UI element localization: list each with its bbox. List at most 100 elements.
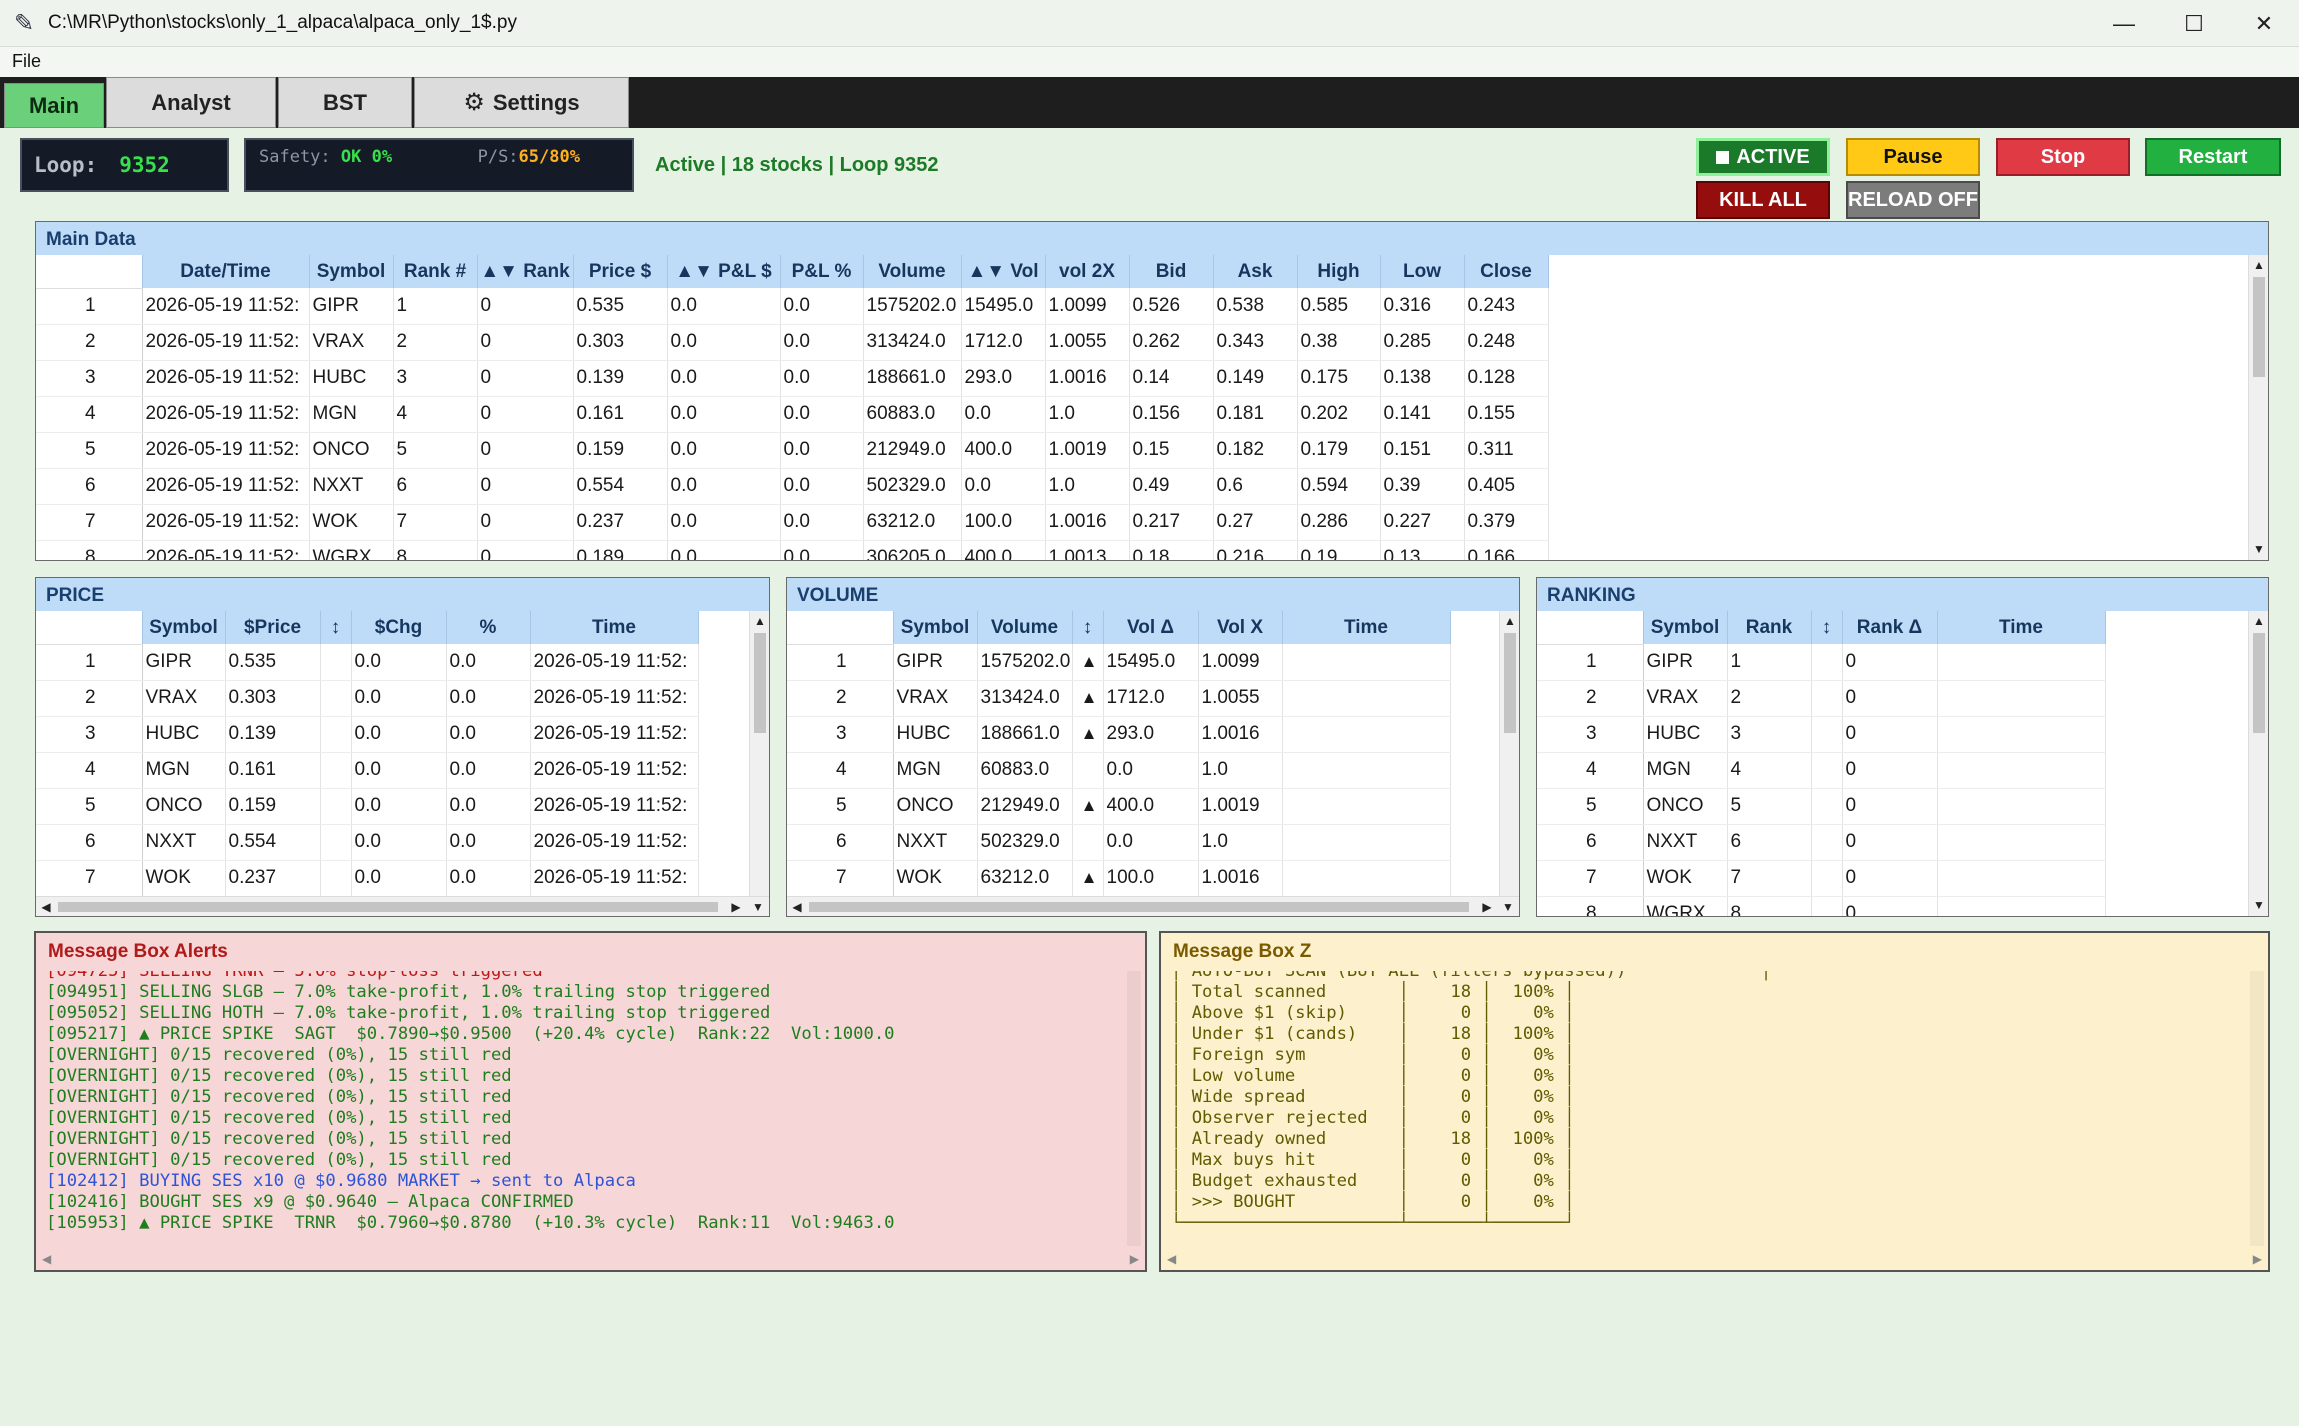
- close-button[interactable]: ✕: [2229, 0, 2299, 47]
- stop-button[interactable]: Stop: [1996, 138, 2130, 176]
- main_data-col-header[interactable]: ▲▼ Vol: [961, 255, 1046, 288]
- main_data-col-header[interactable]: Symbol: [309, 255, 394, 288]
- scroll-right-icon[interactable]: ▶: [1477, 897, 1497, 916]
- scroll-thumb[interactable]: [809, 902, 1469, 912]
- table-row[interactable]: 6 NXXT 0.554 0.0 0.0 2026-05-19 11:52:: [36, 824, 699, 861]
- main_data-col-header[interactable]: Rank #: [393, 255, 478, 288]
- scroll-left-icon[interactable]: ◀: [42, 1252, 51, 1266]
- table-row[interactable]: 4 MGN 4 0: [1537, 752, 2106, 789]
- alerts-vscroll[interactable]: [1127, 971, 1141, 1246]
- table-row[interactable]: 3 HUBC 3 0: [1537, 716, 2106, 753]
- table-row[interactable]: 5 2026-05-19 11:52: ONCO 5 0 0.159 0.0 0.0 21294…: [36, 432, 1549, 469]
- restart-button[interactable]: Restart: [2145, 138, 2281, 176]
- price-hscroll[interactable]: ◀ ▶ ▼: [36, 896, 769, 916]
- volume-col-header[interactable]: Volume: [977, 611, 1073, 644]
- table-row[interactable]: 6 NXXT 6 0: [1537, 824, 2106, 861]
- table-row[interactable]: 5 ONCO 212949.0 ▲ 400.0 1.0019: [787, 788, 1451, 825]
- table-row[interactable]: 7 2026-05-19 11:52: WOK 7 0 0.237 0.0 0.0 63212.…: [36, 504, 1549, 541]
- ranking-col-header[interactable]: Time: [1937, 611, 2106, 644]
- price-col-header[interactable]: Time: [530, 611, 699, 644]
- main_data-col-header[interactable]: ▲▼ P&L $: [667, 255, 781, 288]
- scroll-up-icon[interactable]: ▲: [2249, 255, 2268, 275]
- pause-button[interactable]: Pause: [1846, 138, 1980, 176]
- scroll-thumb[interactable]: [58, 902, 718, 912]
- table-row[interactable]: 2 VRAX 2 0: [1537, 680, 2106, 717]
- main_data-col-header[interactable]: Low: [1380, 255, 1465, 288]
- table-row[interactable]: 4 2026-05-19 11:52: MGN 4 0 0.161 0.0 0.0 60883.…: [36, 396, 1549, 433]
- price-col-header[interactable]: $Price: [225, 611, 321, 644]
- tab-bst[interactable]: BST: [278, 77, 412, 128]
- main_data-col-header[interactable]: P&L %: [780, 255, 864, 288]
- tab-analyst[interactable]: Analyst: [106, 77, 276, 128]
- scroll-thumb[interactable]: [2253, 633, 2265, 733]
- maximize-button[interactable]: ☐: [2159, 0, 2229, 47]
- main_data-col-header[interactable]: Close: [1464, 255, 1549, 288]
- volume-col-header[interactable]: Vol Δ: [1103, 611, 1199, 644]
- table-row[interactable]: 7 WOK 7 0: [1537, 860, 2106, 897]
- table-row[interactable]: 6 2026-05-19 11:52: NXXT 6 0 0.554 0.0 0.0 50232…: [36, 468, 1549, 505]
- scroll-down-icon[interactable]: ▼: [1498, 897, 1518, 916]
- main_data-col-header[interactable]: Bid: [1129, 255, 1214, 288]
- table-row[interactable]: 3 HUBC 188661.0 ▲ 293.0 1.0016: [787, 716, 1451, 753]
- table-row[interactable]: 1 GIPR 1575202.0 ▲ 15495.0 1.0099: [787, 644, 1451, 681]
- table-row[interactable]: 7 WOK 0.237 0.0 0.0 2026-05-19 11:52:: [36, 860, 699, 896]
- ranking-col-header[interactable]: [1537, 611, 1644, 645]
- active-button[interactable]: ACTIVE: [1696, 138, 1830, 176]
- alerts-hscroll[interactable]: ◀ ▶: [42, 1252, 1139, 1266]
- scroll-thumb[interactable]: [1504, 633, 1516, 733]
- alerts-log[interactable]: [094725] SELLING TRNR — 5.0% stop-loss t…: [46, 971, 1121, 1248]
- volume-col-header[interactable]: Vol X: [1198, 611, 1283, 644]
- table-row[interactable]: 7 WOK 63212.0 ▲ 100.0 1.0016: [787, 860, 1451, 896]
- main_data-col-header[interactable]: Price $: [573, 255, 668, 288]
- price-vscroll[interactable]: ▲: [749, 611, 769, 896]
- minimize-button[interactable]: —: [2089, 0, 2159, 47]
- kill-all-button[interactable]: KILL ALL: [1696, 181, 1830, 219]
- tab-main[interactable]: Main: [4, 83, 104, 128]
- main_data-col-header[interactable]: Ask: [1213, 255, 1298, 288]
- table-row[interactable]: 8 WGRX 8 0: [1537, 896, 2106, 916]
- msgz-hscroll[interactable]: ◀ ▶: [1167, 1252, 2262, 1266]
- table-row[interactable]: 3 2026-05-19 11:52: HUBC 3 0 0.139 0.0 0.0 18866…: [36, 360, 1549, 397]
- scroll-left-icon[interactable]: ◀: [36, 897, 56, 916]
- table-row[interactable]: 5 ONCO 0.159 0.0 0.0 2026-05-19 11:52:: [36, 788, 699, 825]
- table-row[interactable]: 5 ONCO 5 0: [1537, 788, 2106, 825]
- scroll-right-icon[interactable]: ▶: [2253, 1252, 2262, 1266]
- volume-col-header[interactable]: Symbol: [893, 611, 978, 644]
- table-row[interactable]: 1 2026-05-19 11:52: GIPR 1 0 0.535 0.0 0.0 15752…: [36, 288, 1549, 325]
- main_data-col-header[interactable]: ▲▼ Rank: [477, 255, 574, 288]
- scroll-up-icon[interactable]: ▲: [1500, 611, 1519, 631]
- main_data-col-header[interactable]: High: [1297, 255, 1381, 288]
- price-col-header[interactable]: %: [446, 611, 531, 644]
- main-data-vscroll[interactable]: ▲ ▼: [2248, 255, 2268, 560]
- tab-settings[interactable]: ⚙ Settings: [414, 77, 629, 128]
- table-row[interactable]: 4 MGN 60883.0 0.0 1.0: [787, 752, 1451, 789]
- table-row[interactable]: 6 NXXT 502329.0 0.0 1.0: [787, 824, 1451, 861]
- price-col-header[interactable]: Symbol: [142, 611, 226, 644]
- volume-vscroll[interactable]: ▲: [1499, 611, 1519, 896]
- msgz-log[interactable]: │ AUTO-BUY SCAN (BUY ALL (filters bypass…: [1171, 971, 2244, 1248]
- scroll-thumb[interactable]: [2253, 277, 2265, 377]
- scroll-left-icon[interactable]: ◀: [787, 897, 807, 916]
- main_data-col-header[interactable]: Date/Time: [142, 255, 310, 288]
- scroll-down-icon[interactable]: ▼: [748, 897, 768, 916]
- table-row[interactable]: 4 MGN 0.161 0.0 0.0 2026-05-19 11:52:: [36, 752, 699, 789]
- table-row[interactable]: 2 VRAX 313424.0 ▲ 1712.0 1.0055: [787, 680, 1451, 717]
- ranking-col-header[interactable]: Rank Δ: [1842, 611, 1938, 644]
- table-row[interactable]: 8 2026-05-19 11:52: WGRX 8 0 0.189 0.0 0.0 30620…: [36, 540, 1549, 560]
- ranking-col-header[interactable]: Symbol: [1643, 611, 1728, 644]
- table-row[interactable]: 2 VRAX 0.303 0.0 0.0 2026-05-19 11:52:: [36, 680, 699, 717]
- volume-col-header[interactable]: ↕: [1072, 611, 1104, 644]
- table-row[interactable]: 2 2026-05-19 11:52: VRAX 2 0 0.303 0.0 0.0 31342…: [36, 324, 1549, 361]
- scroll-thumb[interactable]: [754, 633, 766, 733]
- reload-toggle-button[interactable]: RELOAD OFF: [1846, 181, 1980, 219]
- table-row[interactable]: 3 HUBC 0.139 0.0 0.0 2026-05-19 11:52:: [36, 716, 699, 753]
- scroll-down-icon[interactable]: ▼: [2249, 895, 2268, 915]
- main_data-col-header[interactable]: [36, 255, 143, 289]
- main_data-col-header[interactable]: Volume: [863, 255, 962, 288]
- price-col-header[interactable]: $Chg: [351, 611, 447, 644]
- ranking-col-header[interactable]: Rank: [1727, 611, 1812, 644]
- price-col-header[interactable]: [36, 611, 143, 645]
- scroll-right-icon[interactable]: ▶: [1130, 1252, 1139, 1266]
- price-col-header[interactable]: ↕: [320, 611, 352, 644]
- scroll-down-icon[interactable]: ▼: [2249, 539, 2268, 559]
